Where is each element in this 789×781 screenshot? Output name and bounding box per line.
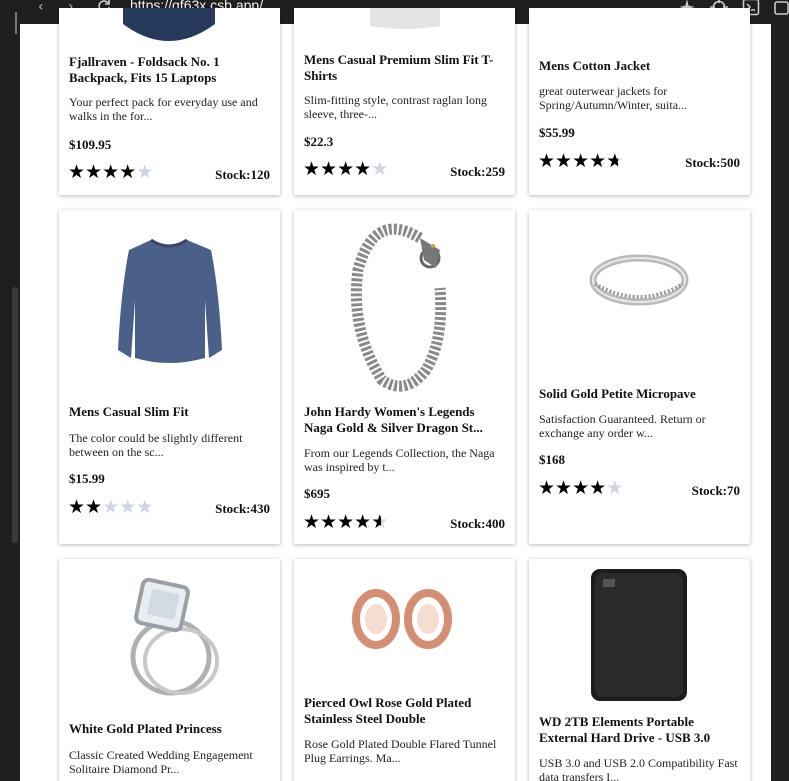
stock-count: Stock:70 <box>691 483 740 498</box>
product-card[interactable]: WD 2TB Elements Portable External Hard D… <box>529 559 750 781</box>
product-description: great outerwear jackets for Spring/Autum… <box>539 84 688 112</box>
rating-stars: ★★★★★ <box>68 498 153 517</box>
product-price: $695 <box>304 486 330 501</box>
star-icon: ★ <box>320 159 338 180</box>
star-icon: ★ <box>85 162 103 183</box>
product-title: Fjallraven - Foldsack No. 1 Backpack, Fi… <box>69 54 220 85</box>
product-image <box>59 210 280 390</box>
product-card[interactable]: Mens Casual Premium Slim Fit T-Shirts Sl… <box>294 8 515 195</box>
star-icon: ★ <box>337 159 355 180</box>
star-icon: ★ <box>555 478 573 499</box>
open-window-icon[interactable] <box>772 0 789 16</box>
product-price: $109.95 <box>69 137 112 152</box>
product-card[interactable]: Pierced Owl Rose Gold Plated Stainless S… <box>294 559 515 781</box>
star-icon: ★ <box>572 151 590 172</box>
star-icon: ★ <box>85 497 103 518</box>
product-description: The color could be slightly different be… <box>69 431 243 459</box>
star-icon: ★ <box>320 512 338 533</box>
product-description: USB 3.0 and USB 2.0 Compatibility Fast d… <box>539 756 738 781</box>
star-icon: ★ <box>538 478 556 499</box>
star-icon: ★ <box>606 478 624 499</box>
ring-image <box>589 254 689 306</box>
product-image <box>294 8 515 48</box>
product-card[interactable]: Solid Gold Petite Micropave Satisfaction… <box>529 210 750 544</box>
star-icon: ★ <box>119 497 137 518</box>
rating-stars: ★★★★★ <box>538 152 623 171</box>
product-price: $15.99 <box>69 471 105 486</box>
product-title: Pierced Owl Rose Gold Plated Stainless S… <box>304 695 472 726</box>
star-icon: ★ <box>68 162 86 183</box>
product-card[interactable]: White Gold Plated Princess Classic Creat… <box>59 559 280 781</box>
shirt-image <box>118 238 222 363</box>
star-icon: ★ <box>68 497 86 518</box>
star-icon: ★ <box>354 159 372 180</box>
star-icon: ★ <box>572 478 590 499</box>
star-icon: ★ <box>303 512 321 533</box>
star-icon: ★ <box>371 159 389 180</box>
product-image <box>294 559 515 689</box>
product-price: $168 <box>539 452 565 467</box>
product-title: Solid Gold Petite Micropave <box>539 386 696 401</box>
rating-stars: ★★★★★ <box>303 160 388 179</box>
star-icon: ★ <box>354 512 372 533</box>
star-icon: ★ <box>102 497 120 518</box>
diamond-ring-image <box>130 577 219 696</box>
product-image <box>294 210 515 400</box>
product-description: From our Legends Collection, the Naga wa… <box>304 446 495 474</box>
star-icon: ★ <box>371 512 389 533</box>
product-description: Slim-fitting style, contrast raglan long… <box>304 93 487 121</box>
product-card[interactable]: John Hardy Women's Legends Naga Gold & S… <box>294 210 515 544</box>
star-icon: ★ <box>119 162 137 183</box>
stock-count: Stock:259 <box>450 164 505 179</box>
star-icon: ★ <box>303 159 321 180</box>
star-icon: ★ <box>589 151 607 172</box>
product-card[interactable]: Mens Cotton Jacket great outerwear jacke… <box>529 8 750 195</box>
star-icon: ★ <box>538 151 556 172</box>
star-icon: ★ <box>102 162 120 183</box>
scrollbar-thumb[interactable] <box>12 287 18 543</box>
product-image <box>529 8 750 48</box>
star-icon: ★ <box>136 497 154 518</box>
product-price: $22.3 <box>304 134 334 149</box>
right-panel-edge <box>771 24 789 781</box>
stock-count: Stock:500 <box>685 155 740 170</box>
back-button[interactable]: ‹ <box>38 0 44 16</box>
product-card[interactable]: Mens Casual Slim Fit The color could be … <box>59 210 280 544</box>
product-title: WD 2TB Elements Portable External Hard D… <box>539 714 711 745</box>
stock-count: Stock:400 <box>450 516 505 531</box>
product-image <box>59 8 280 48</box>
product-title: Mens Casual Slim Fit <box>69 404 189 419</box>
earrings-image <box>352 589 452 649</box>
product-title: Mens Casual Premium Slim Fit T-Shirts <box>304 52 494 83</box>
product-description: Classic Created Wedding Engagement Solit… <box>69 748 253 776</box>
star-icon: ★ <box>606 151 624 172</box>
product-title: Mens Cotton Jacket <box>539 58 651 73</box>
star-icon: ★ <box>555 151 573 172</box>
product-title: White Gold Plated Princess <box>69 721 222 736</box>
star-icon: ★ <box>136 162 154 183</box>
product-price: $55.99 <box>539 125 575 140</box>
left-panel-marker <box>15 12 17 34</box>
stock-count: Stock:430 <box>215 501 270 516</box>
stock-count: Stock:120 <box>215 167 270 182</box>
product-title: John Hardy Women's Legends Naga Gold & S… <box>304 404 483 435</box>
rating-stars: ★★★★★ <box>303 513 388 532</box>
star-icon: ★ <box>337 512 355 533</box>
product-description: Your perfect pack for everyday use and w… <box>69 95 258 123</box>
star-icon: ★ <box>589 478 607 499</box>
product-image <box>529 559 750 709</box>
product-image <box>59 559 280 709</box>
product-card[interactable]: Fjallraven - Foldsack No. 1 Backpack, Fi… <box>59 8 280 195</box>
rating-stars: ★★★★★ <box>538 479 623 498</box>
bracelet-image <box>350 223 447 392</box>
product-description: Rose Gold Plated Double Flared Tunnel Pl… <box>304 737 497 765</box>
hard-drive-image <box>591 569 687 701</box>
product-image <box>529 210 750 380</box>
product-description: Satisfaction Guaranteed. Return or excha… <box>539 412 706 440</box>
rating-stars: ★★★★★ <box>68 163 153 182</box>
